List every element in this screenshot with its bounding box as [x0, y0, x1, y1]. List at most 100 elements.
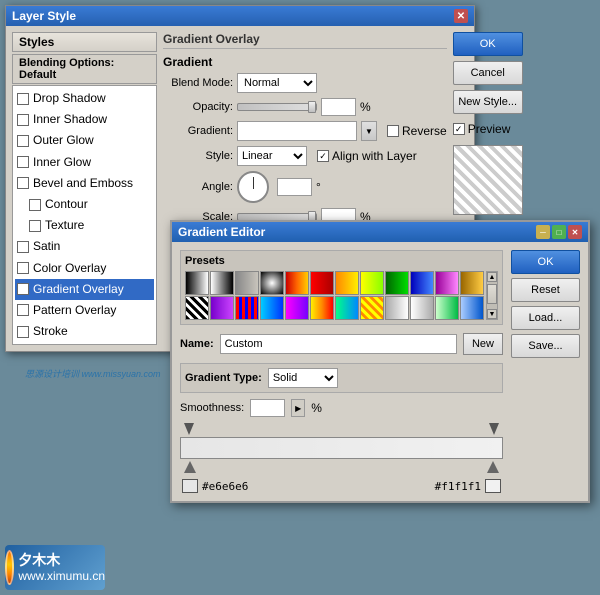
ge-ok-button[interactable]: OK	[511, 250, 580, 274]
smoothness-input[interactable]: 100	[250, 399, 285, 417]
blending-options-header[interactable]: Blending Options: Default	[12, 54, 157, 84]
angle-dial[interactable]	[237, 171, 269, 203]
ok-button[interactable]: OK	[453, 32, 523, 56]
style-item-stroke[interactable]: Stroke	[15, 321, 154, 342]
gradient-dropdown-arrow[interactable]: ▼	[361, 121, 377, 141]
ge-close-button[interactable]: ✕	[568, 225, 582, 239]
preset-item[interactable]	[285, 271, 309, 295]
scrollbar-thumb[interactable]	[487, 284, 497, 304]
color-stop-right-preview	[485, 479, 501, 493]
drop-shadow-checkbox[interactable]	[17, 93, 29, 105]
style-item-inner-shadow[interactable]: Inner Shadow	[15, 109, 154, 130]
align-layer-checkbox[interactable]: ✓	[317, 150, 329, 162]
preset-item[interactable]	[410, 271, 434, 295]
pattern-overlay-checkbox[interactable]	[17, 304, 29, 316]
preset-item[interactable]	[235, 271, 259, 295]
preset-item[interactable]	[385, 271, 409, 295]
ge-load-button[interactable]: Load...	[511, 306, 580, 330]
satin-checkbox[interactable]	[17, 241, 29, 253]
inner-glow-checkbox[interactable]	[17, 156, 29, 168]
style-item-texture[interactable]: Texture	[15, 215, 154, 236]
style-item-satin[interactable]: Satin	[15, 236, 154, 257]
contour-checkbox[interactable]	[29, 199, 41, 211]
color-overlay-checkbox[interactable]	[17, 262, 29, 274]
style-item-color-overlay[interactable]: Color Overlay	[15, 258, 154, 279]
gradient-type-select[interactable]: Solid	[268, 368, 338, 388]
preset-item[interactable]	[185, 296, 209, 320]
opacity-input[interactable]: 100	[321, 98, 356, 116]
style-item-gradient-overlay[interactable]: ✓ Gradient Overlay	[15, 279, 154, 300]
preview-checkbox[interactable]: ✓	[453, 123, 465, 135]
gradient-type-row: Gradient Type: Solid	[180, 363, 503, 393]
preset-item[interactable]	[460, 271, 484, 295]
preset-item[interactable]	[360, 271, 384, 295]
ge-reset-button[interactable]: Reset	[511, 278, 580, 302]
style-select[interactable]: Linear	[237, 146, 307, 166]
new-button[interactable]: New	[463, 333, 503, 355]
preset-item[interactable]	[210, 271, 234, 295]
gradient-subtitle: Gradient	[163, 55, 447, 69]
preset-item[interactable]	[335, 296, 359, 320]
reverse-checkbox[interactable]	[387, 125, 399, 137]
presets-scrollbar: ▲ ▼	[486, 271, 498, 320]
angle-line	[253, 177, 254, 189]
inner-shadow-checkbox[interactable]	[17, 114, 29, 126]
opacity-slider-thumb[interactable]	[308, 101, 316, 113]
opacity-slider-track[interactable]	[237, 103, 317, 111]
color-stop-left[interactable]	[184, 461, 196, 473]
preset-item[interactable]	[185, 271, 209, 295]
ge-minimize-button[interactable]: ─	[536, 225, 550, 239]
preset-item[interactable]	[435, 271, 459, 295]
gradient-bar[interactable]	[180, 437, 503, 459]
cancel-button[interactable]: Cancel	[453, 61, 523, 85]
preset-item[interactable]	[285, 296, 309, 320]
preset-item[interactable]	[360, 296, 384, 320]
preset-item[interactable]	[310, 271, 334, 295]
stroke-checkbox[interactable]	[17, 326, 29, 338]
preset-item[interactable]	[410, 296, 434, 320]
gradient-overlay-label: Gradient Overlay	[33, 280, 124, 299]
style-item-inner-glow[interactable]: Inner Glow	[15, 152, 154, 173]
gradient-preview-box[interactable]	[237, 121, 357, 141]
ge-maximize-button[interactable]: □	[552, 225, 566, 239]
preset-item[interactable]	[210, 296, 234, 320]
preset-item[interactable]	[260, 271, 284, 295]
reverse-label: Reverse	[402, 124, 447, 138]
presets-grid-wrapper: ▲ ▼	[185, 271, 498, 320]
bottom-logo: 夕木木 www.ximumu.cn	[5, 545, 105, 590]
layer-style-close-button[interactable]: ✕	[454, 9, 468, 23]
color-stop-right[interactable]	[487, 461, 499, 473]
style-item-drop-shadow[interactable]: Drop Shadow	[15, 88, 154, 109]
preset-item[interactable]	[385, 296, 409, 320]
gradient-editor-title: Gradient Editor	[178, 225, 265, 239]
texture-label: Texture	[45, 216, 84, 235]
angle-input[interactable]: 90	[277, 178, 312, 196]
preset-item[interactable]	[310, 296, 334, 320]
bevel-emboss-checkbox[interactable]	[17, 177, 29, 189]
name-input[interactable]: Custom	[220, 334, 457, 354]
opacity-stop-right[interactable]	[489, 423, 499, 435]
preset-item[interactable]	[235, 296, 259, 320]
name-row: Name: Custom New	[180, 333, 503, 355]
preset-item[interactable]	[435, 296, 459, 320]
style-item-pattern-overlay[interactable]: Pattern Overlay	[15, 300, 154, 321]
scrollbar-up-arrow[interactable]: ▲	[487, 272, 497, 282]
texture-checkbox[interactable]	[29, 220, 41, 232]
new-style-button[interactable]: New Style...	[453, 90, 523, 114]
preset-item[interactable]	[335, 271, 359, 295]
style-item-contour[interactable]: Contour	[15, 194, 154, 215]
opacity-stop-left[interactable]	[184, 423, 194, 435]
style-item-bevel-emboss[interactable]: Bevel and Emboss	[15, 173, 154, 194]
outer-glow-checkbox[interactable]	[17, 135, 29, 147]
scrollbar-down-arrow[interactable]: ▼	[487, 309, 497, 319]
style-item-outer-glow[interactable]: Outer Glow	[15, 130, 154, 151]
gradient-editor-right-buttons: OK Reset Load... Save...	[511, 250, 580, 493]
gradient-overlay-checkbox[interactable]: ✓	[17, 283, 29, 295]
preset-item[interactable]	[460, 296, 484, 320]
smoothness-arrow[interactable]: ▶	[291, 399, 305, 417]
ge-save-button[interactable]: Save...	[511, 334, 580, 358]
preset-item[interactable]	[260, 296, 284, 320]
blend-mode-select[interactable]: Normal	[237, 73, 317, 93]
styles-header[interactable]: Styles	[12, 32, 157, 52]
preview-label-container: ✓ Preview	[453, 122, 523, 136]
